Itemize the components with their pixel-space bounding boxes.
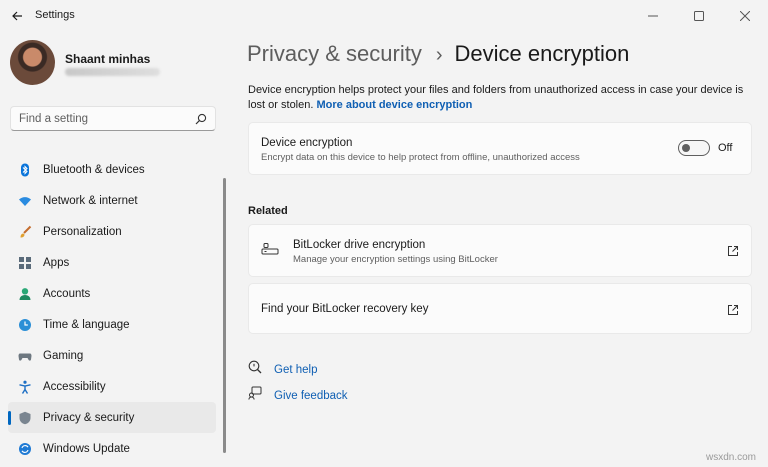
breadcrumb: Privacy & security › Device encryption	[247, 41, 629, 67]
paintbrush-icon	[17, 224, 33, 240]
toggle-state-label: Off	[718, 142, 733, 154]
title-bar: Settings	[0, 0, 768, 32]
sidebar-item-label: Bluetooth & devices	[43, 163, 145, 176]
profile-email-redacted	[65, 68, 160, 76]
sidebar-item-label: Apps	[43, 256, 70, 269]
back-button[interactable]	[6, 5, 28, 27]
bitlocker-recovery-key-card[interactable]: Find your BitLocker recovery key	[248, 283, 752, 334]
close-icon	[740, 11, 750, 21]
external-link-icon[interactable]	[727, 303, 741, 317]
back-arrow-icon	[12, 11, 22, 21]
sidebar-item-network[interactable]: Network & internet	[8, 185, 216, 216]
device-encryption-card: Device encryption Encrypt data on this d…	[248, 122, 752, 175]
give-feedback-link[interactable]: Give feedback	[248, 386, 348, 405]
sidebar-item-label: Privacy & security	[43, 411, 135, 424]
watermark: wsxdn.com	[706, 452, 757, 463]
globe-clock-icon	[17, 317, 33, 333]
sidebar-item-bluetooth[interactable]: Bluetooth & devices	[8, 154, 216, 185]
profile-name: Shaant minhas	[65, 52, 151, 66]
sidebar-item-personalization[interactable]: Personalization	[8, 216, 216, 247]
update-icon	[17, 441, 33, 457]
app-title: Settings	[35, 9, 75, 21]
sidebar-item-privacy-security[interactable]: Privacy & security	[8, 402, 216, 433]
minimize-icon	[648, 15, 658, 17]
sidebar-item-label: Windows Update	[43, 442, 130, 455]
bitlocker-drive-encryption-card[interactable]: BitLocker drive encryption Manage your e…	[248, 224, 752, 277]
sidebar-item-label: Personalization	[43, 225, 122, 238]
sidebar-item-label: Network & internet	[43, 194, 138, 207]
toggle-knob	[682, 144, 690, 152]
intro-text: Device encryption helps protect your fil…	[248, 83, 758, 112]
get-help-link[interactable]: Get help	[248, 360, 317, 379]
maximize-icon	[694, 11, 704, 21]
more-about-encryption-link[interactable]: More about device encryption	[316, 99, 472, 111]
help-chat-icon	[248, 360, 262, 379]
bitlocker-title: BitLocker drive encryption	[293, 239, 426, 251]
device-encryption-subtitle: Encrypt data on this device to help prot…	[261, 152, 580, 163]
sidebar-item-accessibility[interactable]: Accessibility	[8, 371, 216, 402]
sidebar-nav: Bluetooth & devices Network & internet P…	[8, 154, 216, 464]
bitlocker-icon	[261, 242, 279, 261]
apps-icon	[17, 255, 33, 271]
search-icon[interactable]	[195, 113, 207, 125]
device-encryption-title: Device encryption	[261, 137, 353, 149]
sidebar-item-label: Accounts	[43, 287, 91, 300]
feedback-icon	[248, 386, 262, 405]
device-encryption-toggle[interactable]	[678, 140, 710, 156]
accessibility-icon	[17, 379, 33, 395]
sidebar-item-windows-update[interactable]: Windows Update	[8, 433, 216, 464]
sidebar-item-label: Gaming	[43, 349, 84, 362]
close-button[interactable]	[722, 0, 768, 32]
get-help-label[interactable]: Get help	[274, 364, 317, 376]
give-feedback-label[interactable]: Give feedback	[274, 390, 348, 402]
search-box[interactable]	[10, 106, 216, 131]
sidebar-item-gaming[interactable]: Gaming	[8, 340, 216, 371]
sidebar-item-time-language[interactable]: Time & language	[8, 309, 216, 340]
wifi-icon	[17, 193, 33, 209]
shield-icon	[17, 410, 33, 426]
sidebar-scrollbar[interactable]	[223, 178, 226, 453]
related-heading: Related	[248, 205, 288, 217]
search-input[interactable]	[19, 112, 195, 125]
maximize-button[interactable]	[676, 0, 722, 32]
gamepad-icon	[17, 348, 33, 364]
bluetooth-icon	[17, 162, 33, 178]
recovery-key-title: Find your BitLocker recovery key	[261, 303, 429, 315]
breadcrumb-parent[interactable]: Privacy & security	[247, 41, 422, 67]
account-icon	[17, 286, 33, 302]
sidebar-item-label: Accessibility	[43, 380, 106, 393]
sidebar-item-apps[interactable]: Apps	[8, 247, 216, 278]
sidebar-item-accounts[interactable]: Accounts	[8, 278, 216, 309]
bitlocker-subtitle: Manage your encryption settings using Bi…	[293, 254, 498, 265]
page-title: Device encryption	[454, 41, 630, 66]
external-link-icon[interactable]	[727, 244, 741, 258]
sidebar-item-label: Time & language	[43, 318, 130, 331]
breadcrumb-separator: ›	[435, 44, 443, 66]
avatar[interactable]	[10, 40, 55, 85]
minimize-button[interactable]	[630, 0, 676, 32]
